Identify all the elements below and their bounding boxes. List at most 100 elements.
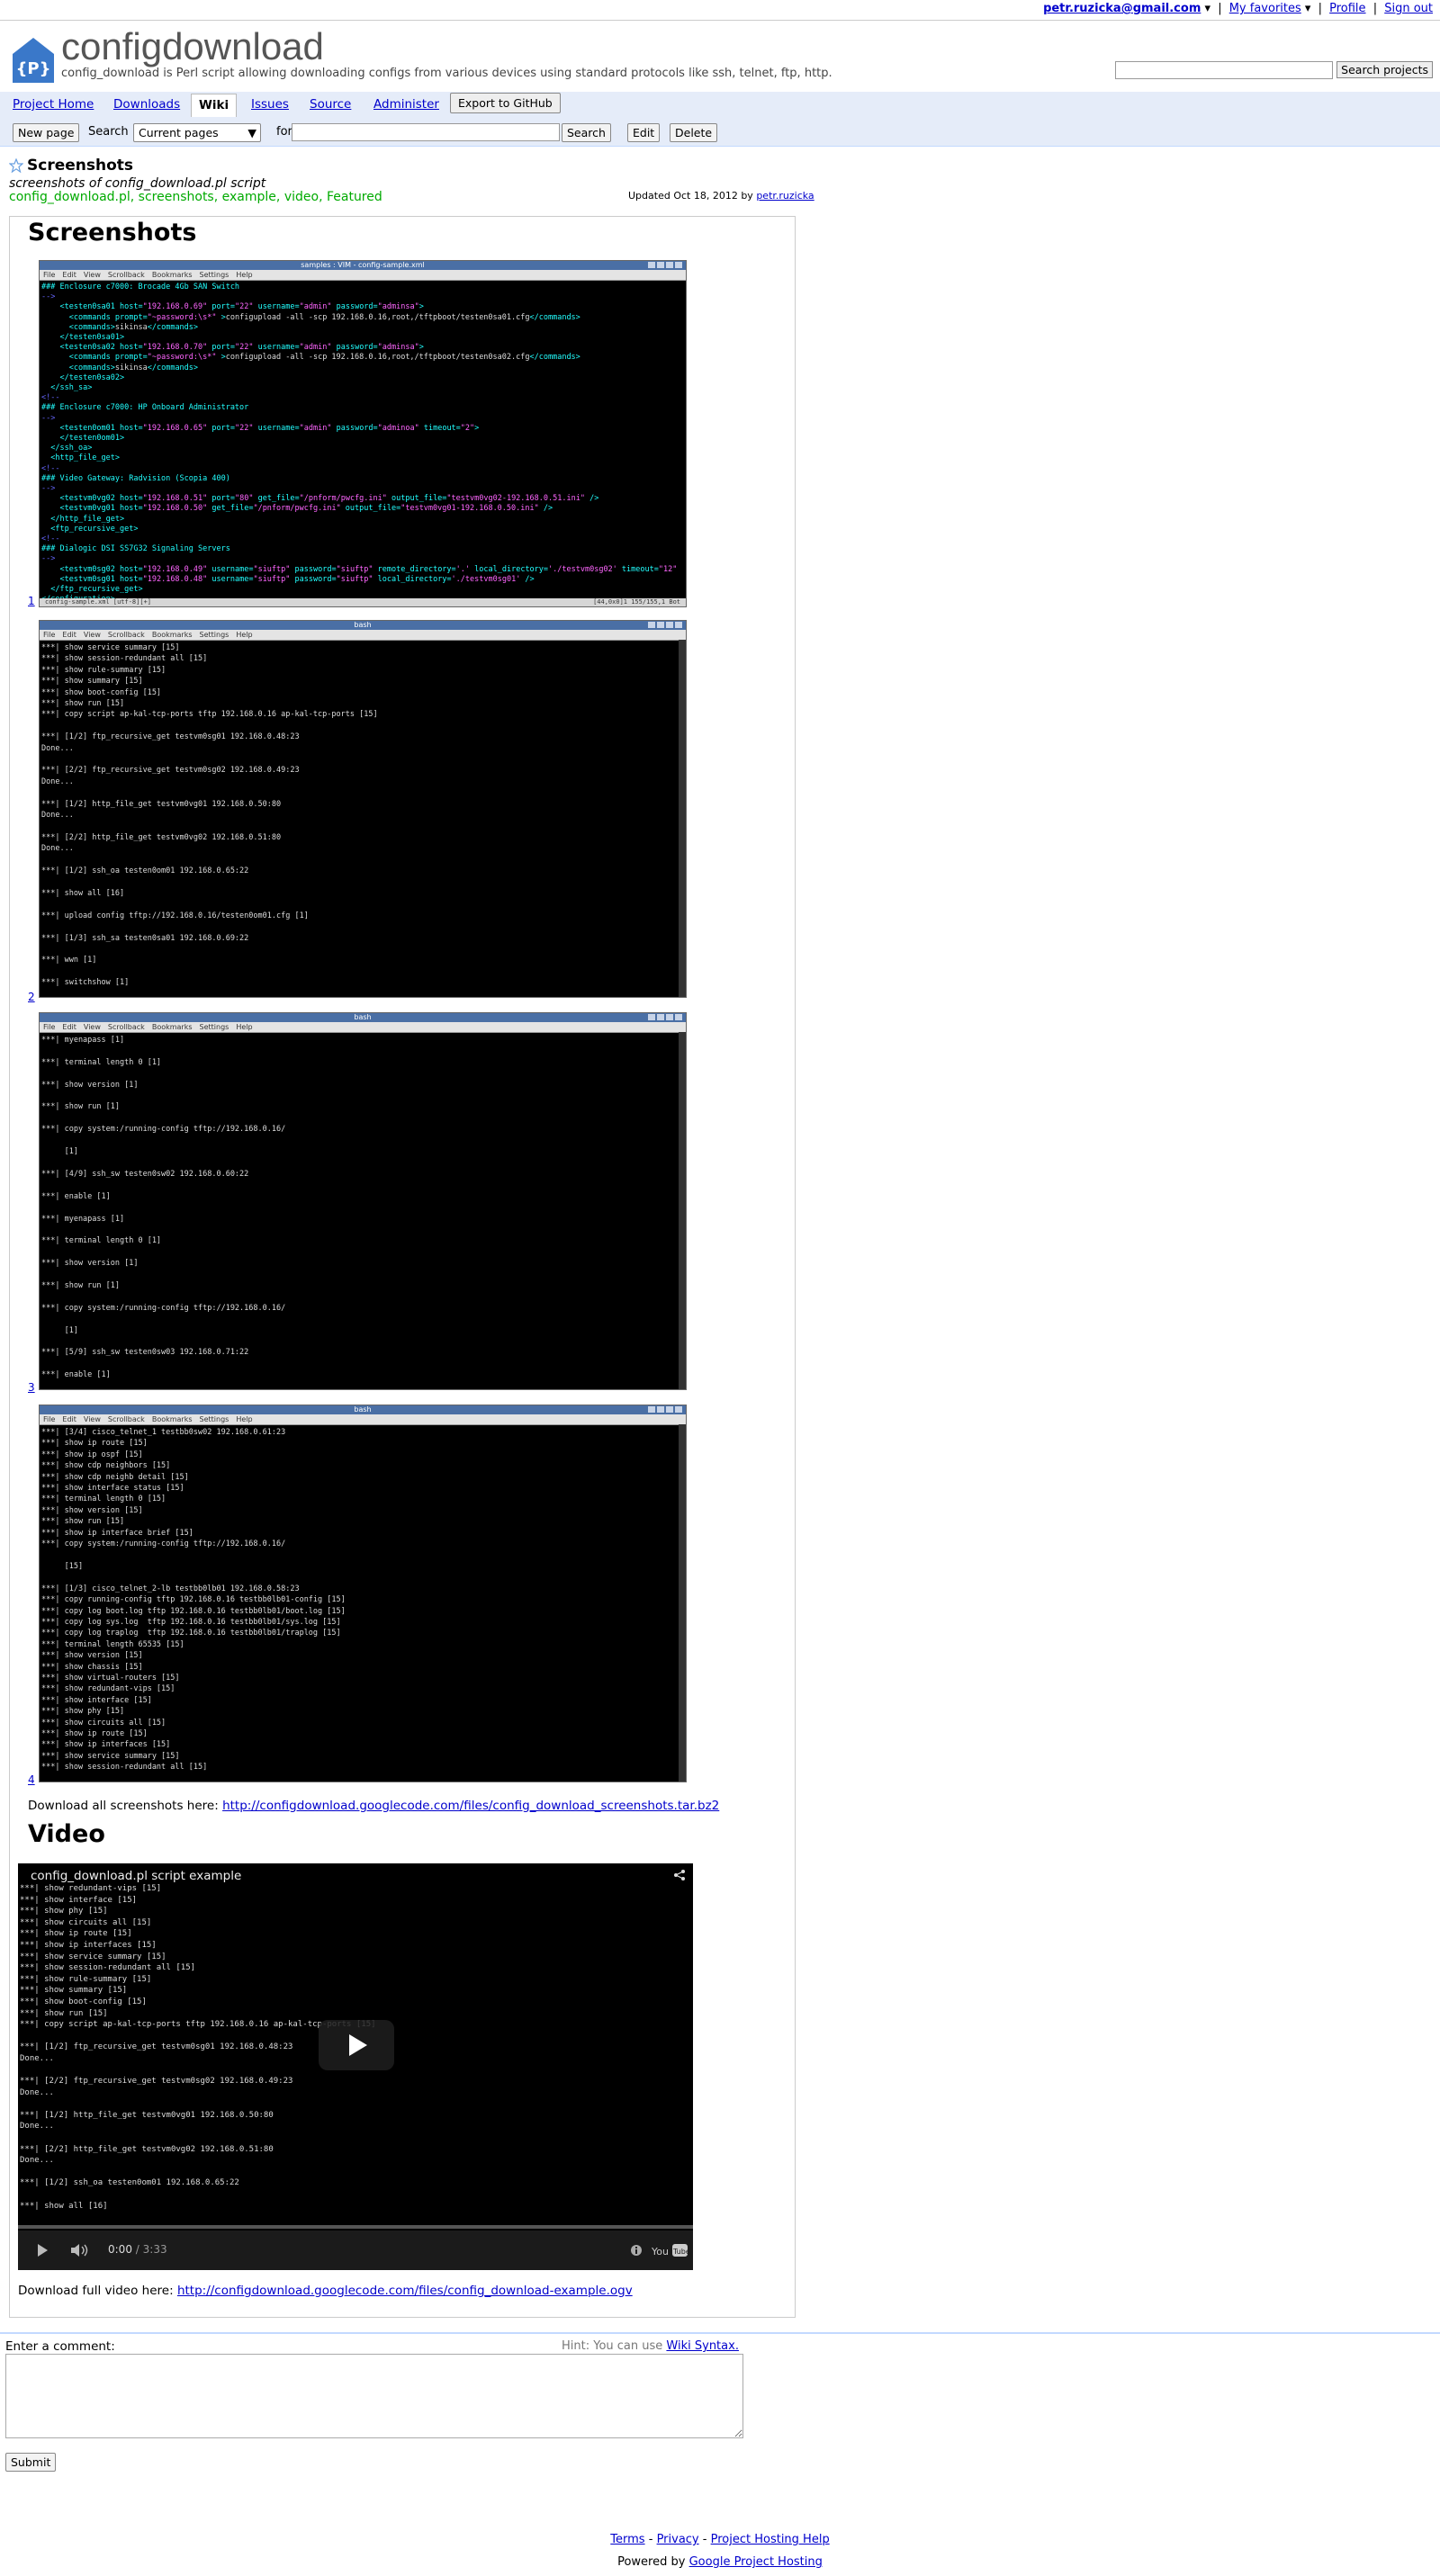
project-logo-icon[interactable]: {P}: [11, 36, 56, 85]
wiki-page-title: Screenshots: [27, 157, 134, 175]
project-title: configdownload: [61, 25, 324, 67]
project-hosting-help-link[interactable]: Project Hosting Help: [711, 2533, 830, 2546]
label-link[interactable]: config_download.pl: [9, 190, 130, 204]
submit-button[interactable]: Submit: [5, 2453, 57, 2472]
window-titlebar: bash: [40, 1405, 686, 1414]
new-page-button[interactable]: New page: [13, 123, 80, 142]
video-time: 0:00 / 3:33: [108, 2243, 167, 2256]
tab-issues[interactable]: Issues: [251, 97, 289, 112]
sign-out-link[interactable]: Sign out: [1384, 2, 1433, 15]
comment-label: Enter a comment:: [5, 2339, 115, 2354]
tab-source[interactable]: Source: [310, 97, 351, 112]
tab-administer[interactable]: Administer: [374, 97, 439, 112]
privacy-link[interactable]: Privacy: [657, 2533, 699, 2546]
project-search: Search projects: [1115, 61, 1433, 79]
share-icon[interactable]: [673, 1869, 686, 1881]
dropdown-arrow-icon[interactable]: ▾: [1205, 2, 1211, 15]
video-controls: 0:00 / 3:33 YouTube: [18, 2230, 693, 2270]
svg-text:{P}: {P}: [16, 59, 51, 78]
download-video-link[interactable]: http://configdownload.googlecode.com/fil…: [177, 2284, 633, 2298]
updated-text: Updated Oct 18, 2012 by: [628, 190, 753, 202]
footer-powered: Powered by Google Project Hosting: [617, 2555, 823, 2569]
label-link[interactable]: example: [222, 190, 276, 204]
download-video-text: Download full video here: http://configd…: [18, 2284, 633, 2298]
terminal-scrollbar[interactable]: [679, 1424, 686, 1782]
for-label: for: [276, 125, 292, 139]
separator: |: [1372, 2, 1378, 15]
video-heading: Video: [28, 1820, 105, 1848]
search-projects-button[interactable]: Search projects: [1336, 61, 1433, 78]
wiki-search-input[interactable]: [292, 123, 560, 141]
screenshots-heading: Screenshots: [28, 219, 197, 247]
tab-wiki[interactable]: Wiki: [191, 94, 238, 117]
project-summary: config_download is Perl script allowing …: [61, 67, 832, 80]
terminal-menubar: File Edit View Scrollback Bookmarks Settings H…: [40, 630, 686, 641]
download-screenshots-link[interactable]: http://configdownload.googlecode.com/fil…: [222, 1799, 719, 1813]
window-titlebar: samples : VIM - config-sample.xml: [40, 261, 686, 270]
terminal-menubar: File Edit View Scrollback Bookmarks Settings H…: [40, 1414, 686, 1425]
screenshot-image[interactable]: bash File Edit View Scrollback Bookmarks Sett…: [39, 620, 687, 998]
wiki-toolbar: New page Search Current pages ▼ for Sear…: [0, 117, 1440, 147]
screenshot-image[interactable]: bash File Edit View Scrollback Bookmarks Sett…: [39, 1012, 687, 1390]
screenshot-link[interactable]: 3: [28, 1381, 35, 1394]
screenshot-link[interactable]: 2: [28, 991, 35, 1003]
tab-project-home[interactable]: Project Home: [13, 97, 94, 112]
delete-button[interactable]: Delete: [670, 123, 718, 142]
my-favorites-link[interactable]: My favorites: [1229, 2, 1301, 15]
svg-text:Tube: Tube: [672, 2248, 688, 2256]
separator: |: [1218, 2, 1222, 15]
google-project-hosting-link[interactable]: Google Project Hosting: [689, 2555, 823, 2569]
screenshot-link[interactable]: 4: [28, 1773, 35, 1786]
label-link[interactable]: screenshots: [139, 190, 214, 204]
terminal-text: ***| myenapass [1] ***| terminal length …: [41, 1036, 286, 1380]
video-player[interactable]: config_download.pl script example ***| s…: [18, 1863, 693, 2270]
user-email-link[interactable]: petr.ruzicka@gmail.com: [1043, 2, 1201, 15]
wiki-syntax-link[interactable]: Wiki Syntax.: [666, 2339, 739, 2353]
terminal-menubar: File Edit View Scrollback Bookmarks Settings H…: [40, 270, 686, 281]
info-icon[interactable]: [630, 2244, 643, 2257]
profile-link[interactable]: Profile: [1329, 2, 1365, 15]
label-link[interactable]: Featured: [327, 190, 382, 204]
star-icon[interactable]: [9, 158, 23, 173]
edit-button[interactable]: Edit: [627, 123, 661, 142]
terminal-scrollbar[interactable]: [679, 640, 686, 997]
play-button-overlay[interactable]: [319, 2020, 394, 2070]
wiki-search-button[interactable]: Search: [562, 123, 611, 142]
terms-link[interactable]: Terms: [610, 2533, 644, 2546]
wiki-page-summary: screenshots of config_download.pl script: [9, 176, 266, 191]
terminal-menubar: File Edit View Scrollback Bookmarks Settings H…: [40, 1022, 686, 1033]
play-icon[interactable]: [36, 2243, 49, 2257]
screenshot-link[interactable]: 1: [28, 595, 35, 607]
window-titlebar: bash: [40, 1013, 686, 1022]
comment-textarea[interactable]: [5, 2354, 743, 2438]
terminal-scrollbar[interactable]: [679, 1032, 686, 1389]
scope-select-value: Current pages: [139, 126, 219, 139]
play-icon: [349, 2034, 367, 2056]
label-link[interactable]: video: [284, 190, 319, 204]
volume-icon[interactable]: [70, 2243, 90, 2257]
search-label: Search: [88, 125, 129, 139]
svg-text:You: You: [652, 2246, 669, 2257]
scope-select[interactable]: Current pages ▼: [133, 123, 261, 142]
project-header: {P} configdownload config_download is Pe…: [7, 25, 1433, 86]
project-search-input[interactable]: [1115, 61, 1334, 79]
main-tabs: Project Home Downloads Wiki Issues Sourc…: [0, 92, 1440, 117]
wiki-labels: config_download.pl, screenshots, example…: [9, 190, 382, 204]
dropdown-arrow-icon[interactable]: ▾: [1305, 2, 1311, 15]
tab-downloads[interactable]: Downloads: [113, 97, 180, 112]
top-account-bar: petr.ruzicka@gmail.com ▾ | My favorites …: [0, 0, 1440, 21]
youtube-logo-icon[interactable]: YouTube: [652, 2241, 688, 2259]
terminal-text: ***| show service summary [15] ***| show…: [41, 643, 378, 988]
updated-info: Updated Oct 18, 2012 by petr.ruzicka: [628, 190, 814, 202]
chevron-down-icon: ▼: [248, 126, 256, 139]
video-progress-bar[interactable]: [18, 2225, 693, 2229]
video-title[interactable]: config_download.pl script example: [31, 1869, 241, 1883]
export-to-github-button[interactable]: Export to GitHub: [450, 93, 561, 113]
footer-links: Terms - Privacy - Project Hosting Help: [610, 2533, 830, 2546]
author-link[interactable]: petr.ruzicka: [756, 190, 814, 202]
screenshot-image[interactable]: bash File Edit View Scrollback Bookmarks Sett…: [39, 1405, 687, 1782]
vim-statusbar: config-sample.xml [utf-8][+] [44,0x0]1 15…: [40, 598, 686, 606]
screenshot-image[interactable]: samples : VIM - config-sample.xml File Ed…: [39, 260, 687, 607]
comment-hint: Hint: You can use Wiki Syntax.: [562, 2339, 739, 2353]
terminal-text: ***| [3/4] cisco_telnet_1 testbb0sw02 19…: [41, 1428, 346, 1773]
